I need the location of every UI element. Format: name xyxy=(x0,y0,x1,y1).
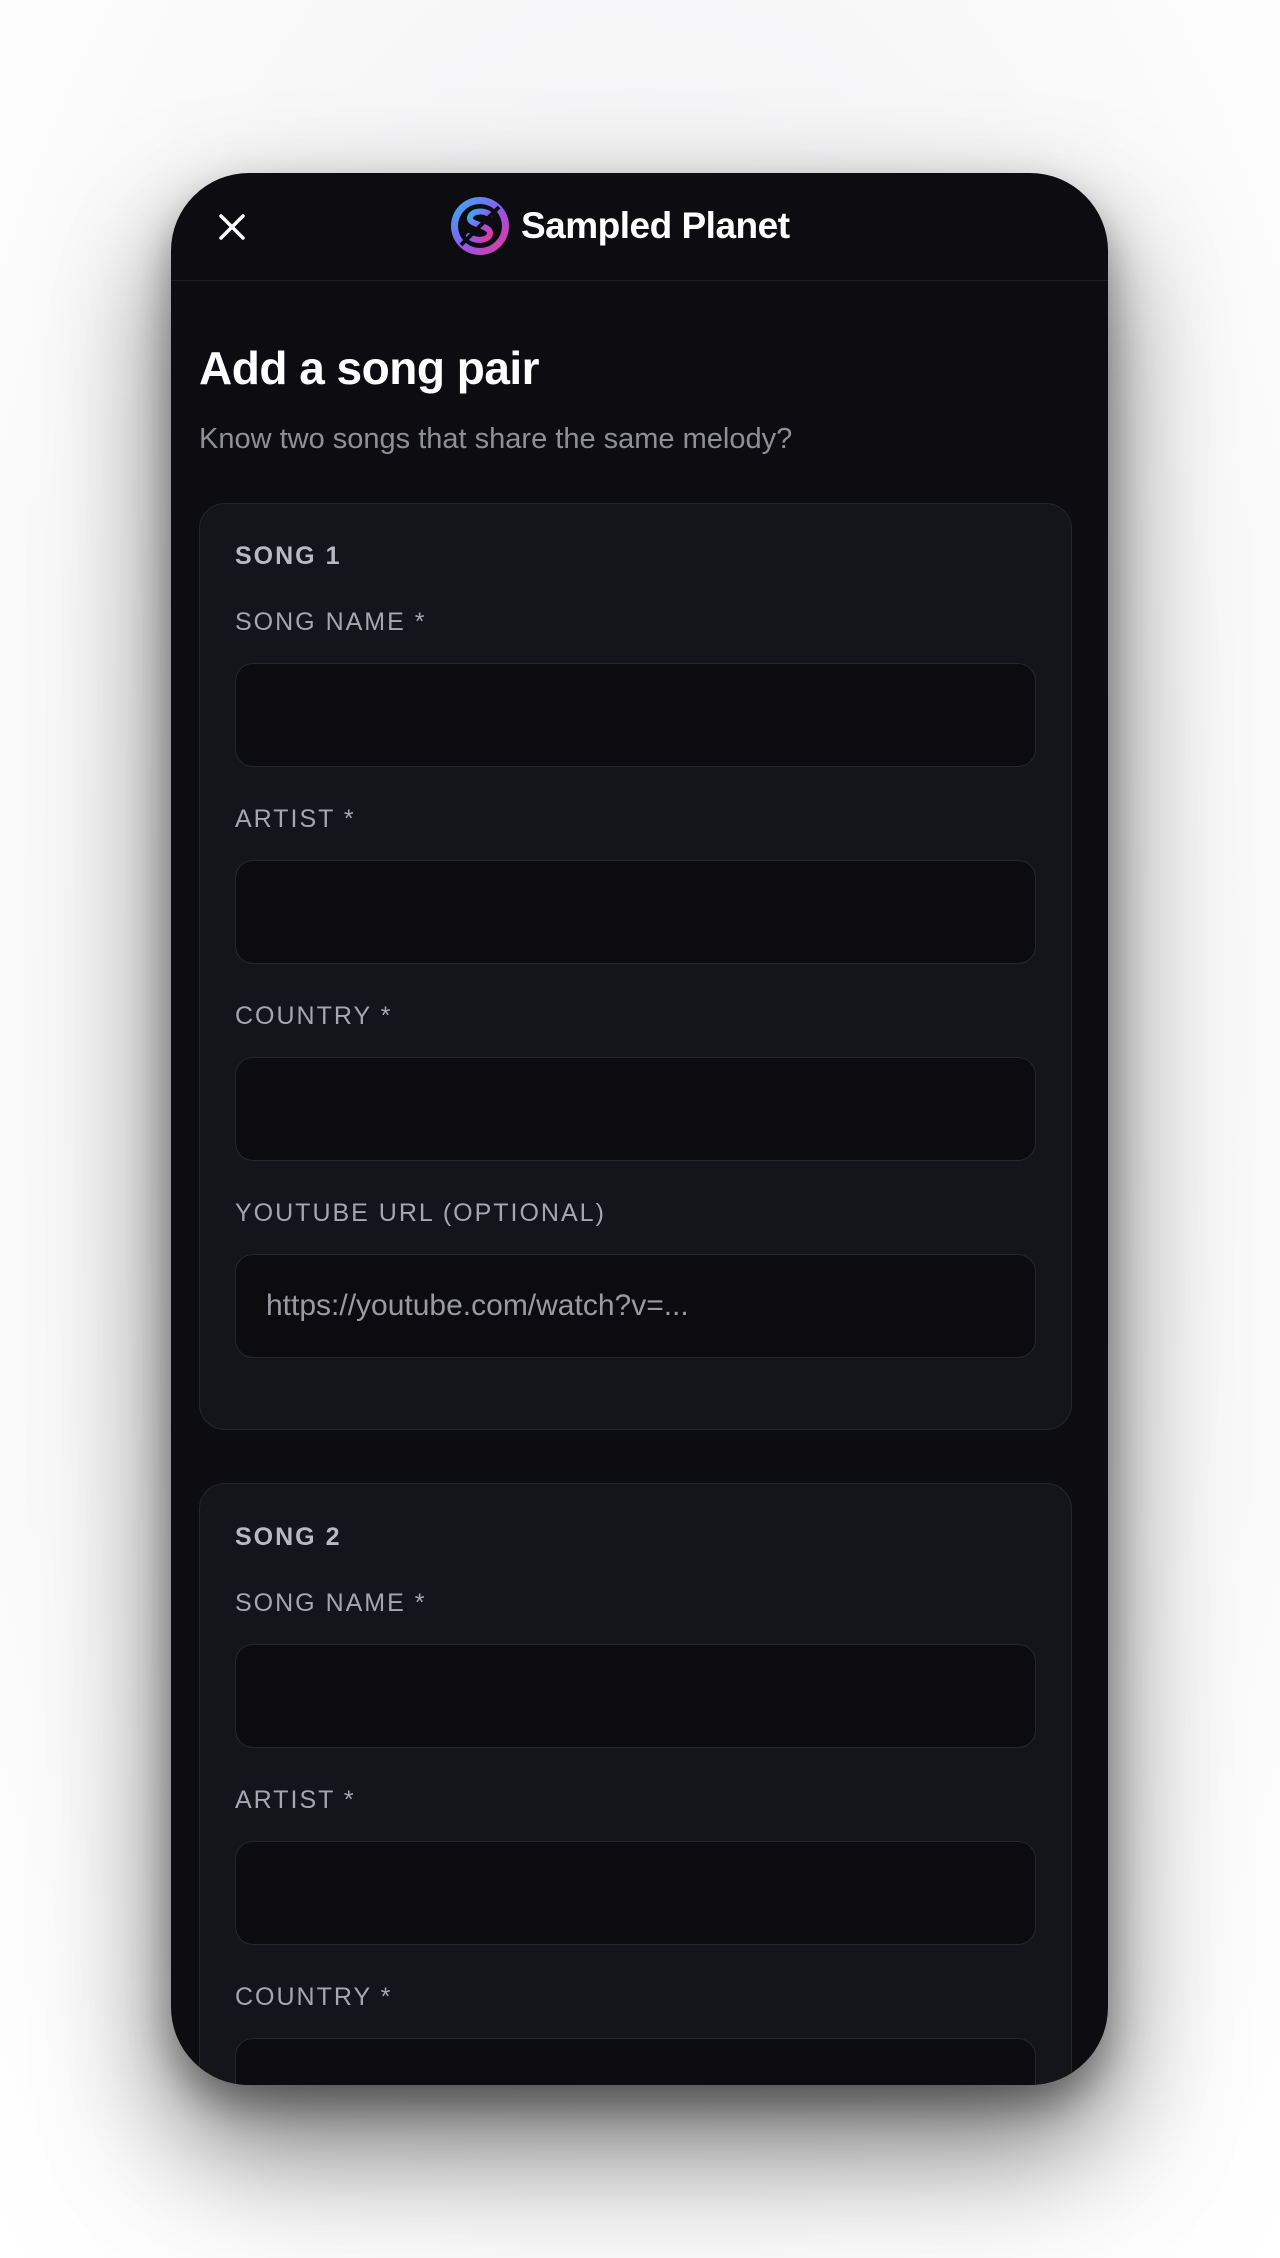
song-2-country-label: COUNTRY * xyxy=(235,1983,393,2011)
song-2-card: SONG 2 SONG NAME * ARTIST * COUNTRY * xyxy=(199,1483,1072,2085)
song-1-youtube-input[interactable] xyxy=(235,1254,1036,1358)
song-2-name-label: SONG NAME * xyxy=(235,1589,427,1617)
song-1-country-input[interactable] xyxy=(235,1057,1036,1161)
close-icon xyxy=(219,214,245,240)
song-1-artist-label: ARTIST * xyxy=(235,805,356,833)
phone-frame: Sampled Planet Add a song pair Know two … xyxy=(171,173,1108,2085)
song-2-artist-label: ARTIST * xyxy=(235,1786,356,1814)
song-1-name-label: SONG NAME * xyxy=(235,608,427,636)
song-1-artist-input[interactable] xyxy=(235,860,1036,964)
song-1-title: SONG 1 xyxy=(235,542,342,570)
sampled-planet-logo-icon xyxy=(451,197,509,255)
brand: Sampled Planet xyxy=(449,193,790,259)
page-subtitle: Know two songs that share the same melod… xyxy=(199,423,793,455)
song-2-name-input[interactable] xyxy=(235,1644,1036,1748)
song-2-country-input[interactable] xyxy=(235,2038,1036,2085)
song-1-country-label: COUNTRY * xyxy=(235,1002,393,1030)
app-header: Sampled Planet xyxy=(171,173,1108,281)
song-1-youtube-label: YOUTUBE URL (OPTIONAL) xyxy=(235,1199,606,1227)
brand-name: Sampled Planet xyxy=(521,205,790,246)
close-button[interactable] xyxy=(209,204,255,250)
song-1-name-input[interactable] xyxy=(235,663,1036,767)
song-1-card: SONG 1 SONG NAME * ARTIST * COUNTRY * YO… xyxy=(199,503,1072,1430)
song-2-artist-input[interactable] xyxy=(235,1841,1036,1945)
song-2-title: SONG 2 xyxy=(235,1523,342,1551)
page-title: Add a song pair xyxy=(199,342,540,394)
